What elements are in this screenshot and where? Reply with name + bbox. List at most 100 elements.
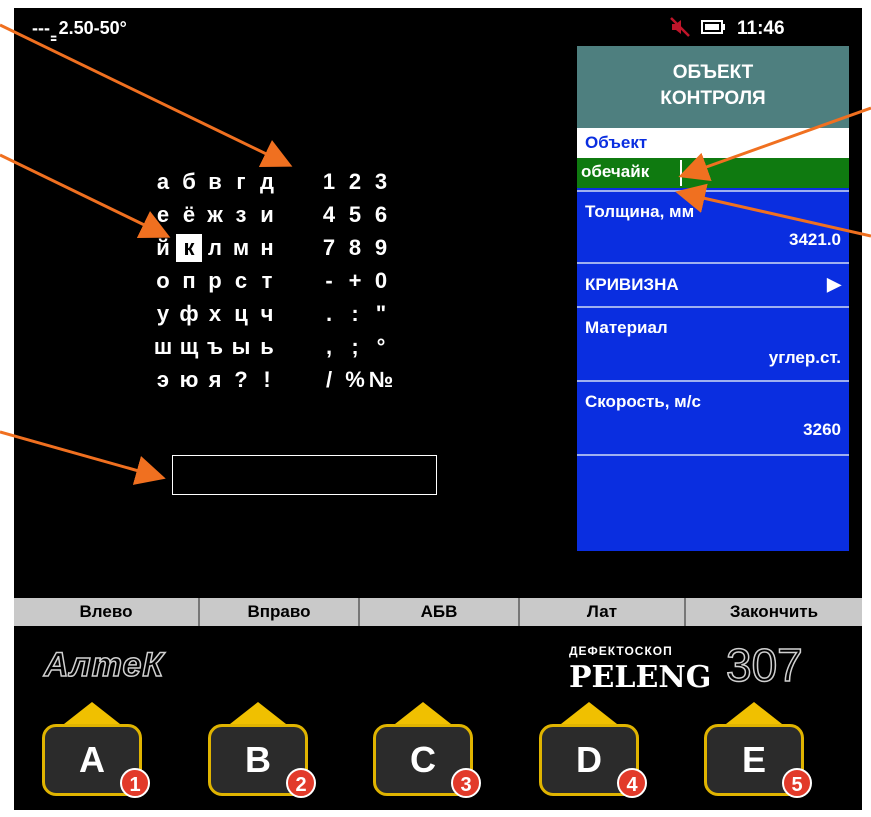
keyboard-key[interactable]: / (316, 366, 342, 394)
panel-header: ОБЪЕКТ КОНТРОЛЯ (577, 46, 849, 128)
keyboard-key[interactable]: х (202, 300, 228, 328)
keyboard-key[interactable]: ё (176, 201, 202, 229)
probe-status: --- ̳ 2.50-50° (32, 18, 127, 38)
keyboard-key[interactable]: м (228, 234, 254, 262)
triangle-up-icon (561, 702, 617, 724)
thickness-item[interactable]: Толщина, мм 3421.0 (577, 190, 849, 262)
triangle-up-icon (395, 702, 451, 724)
triangle-up-icon (726, 702, 782, 724)
keyboard-key[interactable]: ж (202, 201, 228, 229)
keyboard-key[interactable]: ? (228, 366, 254, 394)
status-indicators: 11:46 (669, 16, 785, 43)
keyboard-key[interactable]: с (228, 267, 254, 295)
keyboard-key[interactable]: 2 (342, 168, 368, 196)
brand-name: PELENG (569, 660, 712, 695)
softkey-finish[interactable]: Закончить (686, 598, 862, 626)
settings-panel: ОБЪЕКТ КОНТРОЛЯ Объект обечайк Толщина, … (577, 46, 849, 551)
material-label: Материал (585, 318, 668, 337)
keyboard-key[interactable]: 9 (368, 234, 394, 262)
keyboard-key[interactable]: о (150, 267, 176, 295)
object-label-row[interactable]: Объект (577, 128, 849, 158)
keyboard-key[interactable]: ! (254, 366, 280, 394)
keyboard-key[interactable]: - (316, 267, 342, 295)
keyboard-key[interactable]: , (316, 333, 342, 361)
keyboard-key[interactable]: 7 (316, 234, 342, 262)
panel-title-line2: КОНТРОЛЯ (660, 88, 766, 109)
keyboard-key[interactable]: ч (254, 300, 280, 328)
keyboard-key[interactable]: 3 (368, 168, 394, 196)
object-name-input[interactable]: обечайк (577, 158, 849, 188)
keyboard-key[interactable]: ъ (202, 333, 228, 361)
keyboard-key[interactable]: 0 (368, 267, 394, 295)
keyboard-key[interactable]: ю (176, 366, 202, 394)
keyboard-key[interactable]: ; (342, 333, 368, 361)
device-screen: --- ̳ 2.50-50° 11:46 абвгд123еёжзи456йкл… (14, 8, 862, 810)
keyboard-key[interactable]: + (342, 267, 368, 295)
speed-value: 3260 (803, 420, 841, 439)
keyboard-key[interactable]: " (368, 300, 394, 328)
material-item[interactable]: Материал углер.ст. (577, 306, 849, 380)
softkey-lat[interactable]: Лат (520, 598, 686, 626)
brand-subtitle: ДЕФЕКТОСКОП (569, 644, 673, 658)
keyboard-key[interactable]: и (254, 201, 280, 229)
hardware-button-d[interactable]: D 4 (525, 702, 651, 802)
keyboard-key[interactable]: п (176, 267, 202, 295)
empty-item (577, 454, 849, 551)
keyboard-key[interactable]: ш (150, 333, 176, 361)
keyboard-key[interactable]: ь (254, 333, 280, 361)
keyboard-key[interactable]: б (176, 168, 202, 196)
material-value: углер.ст. (768, 348, 841, 367)
curvature-label: КРИВИЗНА (585, 275, 679, 294)
keyboard-key[interactable]: 5 (342, 201, 368, 229)
keyboard-key[interactable]: г (228, 168, 254, 196)
keyboard-key[interactable]: э (150, 366, 176, 394)
softkey-left[interactable]: Влево (14, 598, 200, 626)
thickness-label: Толщина, мм (585, 202, 695, 221)
object-label: Объект (585, 133, 648, 152)
keyboard-key[interactable]: щ (176, 333, 202, 361)
panel-title-line1: ОБЪЕКТ (672, 62, 754, 83)
keyboard-key[interactable]: в (202, 168, 228, 196)
hardware-button-c[interactable]: C 3 (359, 702, 485, 802)
keyboard-key[interactable]: е (150, 201, 176, 229)
keyboard-key[interactable]: 6 (368, 201, 394, 229)
hardware-button-b[interactable]: B 2 (194, 702, 320, 802)
brand-model: 307 (725, 638, 803, 692)
keyboard-key[interactable]: я (202, 366, 228, 394)
keyboard-key[interactable]: № (368, 366, 394, 394)
softkey-right[interactable]: Вправо (200, 598, 360, 626)
keyboard-key[interactable]: р (202, 267, 228, 295)
keyboard-key[interactable]: з (228, 201, 254, 229)
keyboard-key[interactable]: д (254, 168, 280, 196)
keyboard-key[interactable]: ф (176, 300, 202, 328)
keyboard-key[interactable]: а (150, 168, 176, 196)
keyboard-key[interactable]: л (202, 234, 228, 262)
keyboard-key[interactable]: % (342, 366, 368, 394)
hardware-button-a[interactable]: A 1 (28, 702, 154, 802)
button-number: 3 (451, 768, 481, 798)
softkey-bar: Влево Вправо АБВ Лат Закончить (14, 598, 862, 626)
keyboard-key[interactable]: 8 (342, 234, 368, 262)
keyboard-key[interactable]: ц (228, 300, 254, 328)
keyboard-key[interactable]: й (150, 234, 176, 262)
text-entry-field[interactable] (172, 455, 437, 495)
thickness-value: 3421.0 (789, 230, 841, 249)
keyboard-key[interactable]: : (342, 300, 368, 328)
keyboard-key[interactable]: ° (368, 333, 394, 361)
keyboard-key[interactable]: ы (228, 333, 254, 361)
keyboard-key[interactable]: т (254, 267, 280, 295)
hardware-button-e[interactable]: E 5 (690, 702, 816, 802)
keyboard-key[interactable]: . (316, 300, 342, 328)
speed-item[interactable]: Скорость, м/с 3260 (577, 380, 849, 454)
keyboard-key[interactable]: 1 (316, 168, 342, 196)
clock: 11:46 (737, 18, 785, 39)
muted-speaker-icon (669, 16, 691, 43)
keyboard-key[interactable]: н (254, 234, 280, 262)
softkey-abv[interactable]: АБВ (360, 598, 520, 626)
keyboard-key[interactable]: у (150, 300, 176, 328)
keyboard-key[interactable]: 4 (316, 201, 342, 229)
triangle-up-icon (64, 702, 120, 724)
curvature-item[interactable]: КРИВИЗНА ▶ (577, 262, 849, 306)
keyboard-key[interactable]: к (176, 234, 202, 262)
battery-icon (701, 19, 727, 40)
